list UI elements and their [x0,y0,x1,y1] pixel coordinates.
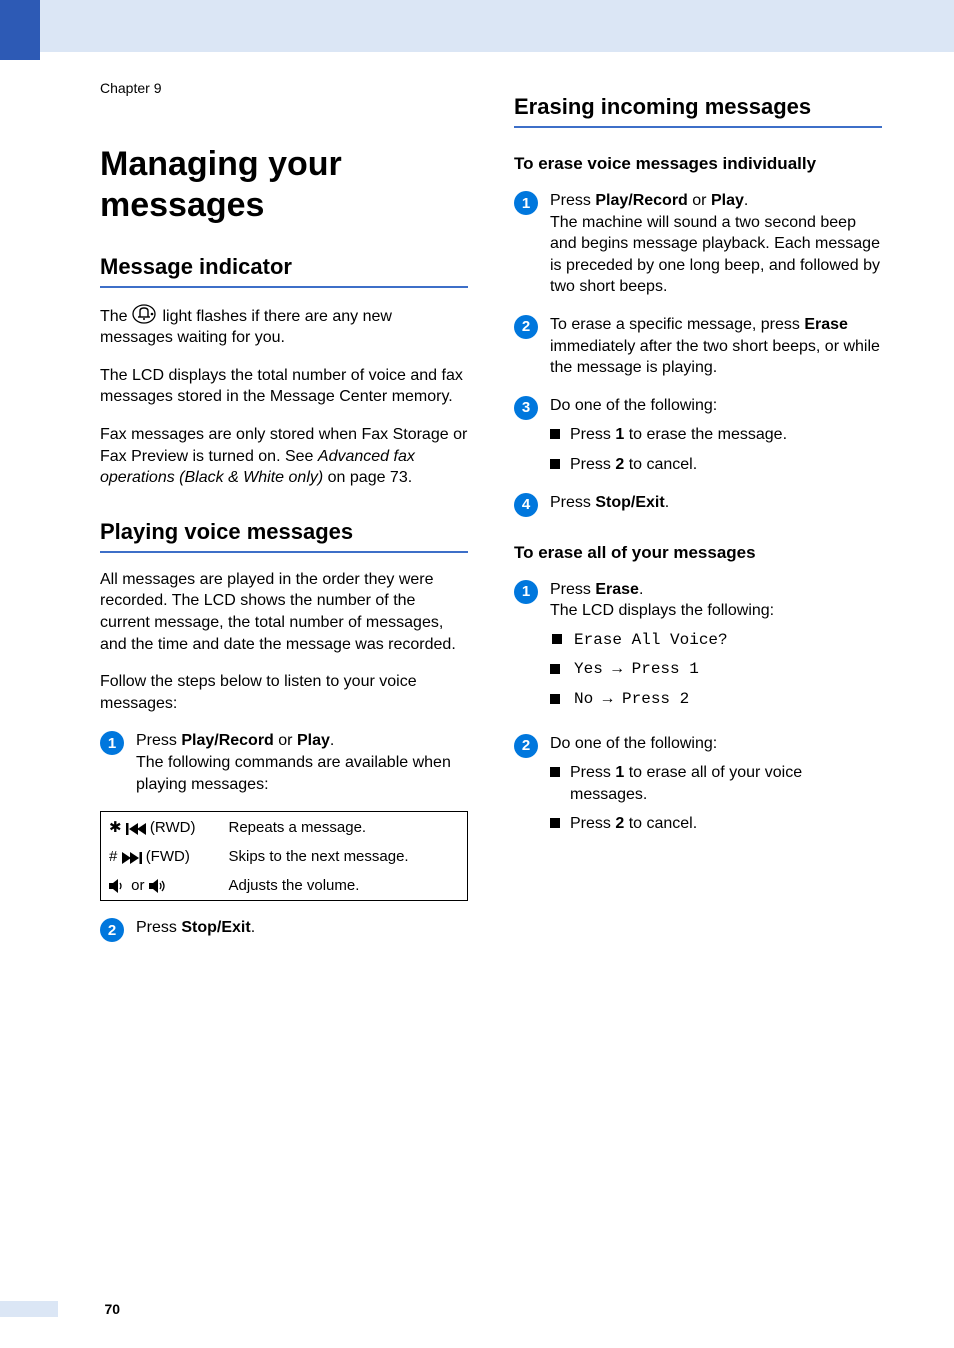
subheading: To erase all of your messages [514,543,882,563]
text: (RWD) [150,819,196,836]
text: . [665,494,669,511]
text: or [688,192,711,209]
button-ref: Play [711,192,744,209]
step: 1 Press Play/Record or Play. The followi… [100,730,468,795]
text: to erase the message. [624,426,787,443]
key-ref: 1 [615,764,624,781]
step: 1 Press Erase. The LCD displays the foll… [514,579,882,717]
step-number-1: 1 [514,580,538,604]
text: Do one of the following: [550,735,717,752]
text: . [330,732,334,749]
paragraph: The LCD displays the total number of voi… [100,365,468,408]
table-row: ✱ (RWD) Repeats a message. [101,812,468,843]
key-ref: 2 [615,815,624,832]
text: to cancel. [624,456,697,473]
chapter-label: Chapter 9 [100,80,468,96]
step: 2 Press Stop/Exit. [100,917,468,942]
section-playing-voice-messages: Playing voice messages [100,519,468,553]
step-number-2: 2 [100,918,124,942]
button-ref: Play/Record [181,732,273,749]
subheading: To erase voice messages individually [514,154,882,174]
text: To erase a specific message, press [550,316,804,333]
step-number-2: 2 [514,734,538,758]
section-message-indicator: Message indicator [100,254,468,288]
text: immediately after the two short beeps, o… [550,338,880,377]
step-number-1: 1 [100,731,124,755]
text: The LCD displays the following: [550,602,774,619]
text: (FWD) [146,848,190,865]
step-number-4: 4 [514,493,538,517]
button-ref: Stop/Exit [181,919,250,936]
page-number: 70 [104,1301,120,1317]
button-ref: Play [297,732,330,749]
hash-icon: # [109,848,122,865]
text: Repeats a message. [221,812,468,843]
page-title: Managing your messages [100,144,468,226]
volume-low-icon [109,879,127,893]
text: . [744,192,748,209]
text: Press [550,581,595,598]
text: Press [136,919,181,936]
text: . [251,919,255,936]
list-item: Press 2 to cancel. [550,454,882,476]
step: 1 Press Play/Record or Play. The machine… [514,190,882,298]
header-band [38,0,954,52]
table-row: # (FWD) Skips to the next message. [101,842,468,871]
volume-high-icon [149,879,169,893]
text: or [131,877,144,894]
step: 4 Press Stop/Exit. [514,492,882,517]
text: Press [570,426,615,443]
lcd-text: Erase All Voice? [550,630,882,652]
message-light-icon [132,304,158,324]
step-number-3: 3 [514,396,538,420]
paragraph: All messages are played in the order the… [100,569,468,655]
list-item: Press 2 to cancel. [550,813,882,835]
key-ref: 1 [615,426,624,443]
commands-table: ✱ (RWD) Repeats a message. # (FWD) Skips… [100,811,468,901]
paragraph: Fax messages are only stored when Fax St… [100,424,468,489]
forward-icon [122,852,142,864]
step: 3 Do one of the following: Press 1 to er… [514,395,882,476]
step: 2 Do one of the following: Press 1 to er… [514,733,882,835]
key-ref: 2 [615,456,624,473]
text: . [639,581,643,598]
table-row: or Adjusts the volume. [101,871,468,901]
asterisk-icon: ✱ [109,819,126,836]
paragraph: Follow the steps below to listen to your… [100,671,468,714]
text: to cancel. [624,815,697,832]
button-ref: Erase [595,581,639,598]
lcd-text: No → Press 2 [550,689,882,711]
step-number-1: 1 [514,191,538,215]
footer: 70 [0,1300,954,1318]
text: The following commands are available whe… [136,754,451,793]
rewind-icon [126,823,146,835]
paragraph: The light flashes if there are any new m… [100,304,468,349]
step-number-2: 2 [514,315,538,339]
header-accent [0,0,40,60]
text: Press [550,192,595,209]
lcd-text: Yes → Press 1 [550,659,882,681]
text: or [274,732,297,749]
text: Press [136,732,181,749]
text: The machine will sound a two second beep… [550,214,880,296]
list-item: Press 1 to erase all of your voice messa… [550,762,882,805]
text: Press [570,764,615,781]
text: Skips to the next message. [221,842,468,871]
section-erasing-incoming: Erasing incoming messages [514,94,882,128]
text: Press [550,494,595,511]
text: Adjusts the volume. [221,871,468,901]
button-ref: Erase [804,316,848,333]
text: The [100,308,132,325]
text: on page 73. [323,469,412,486]
text: Do one of the following: [550,397,717,414]
button-ref: Play/Record [595,192,687,209]
button-ref: Stop/Exit [595,494,664,511]
list-item: Press 1 to erase the message. [550,424,882,446]
text: Press [570,815,615,832]
step: 2 To erase a specific message, press Era… [514,314,882,379]
text: Press [570,456,615,473]
footer-accent [0,1301,58,1317]
